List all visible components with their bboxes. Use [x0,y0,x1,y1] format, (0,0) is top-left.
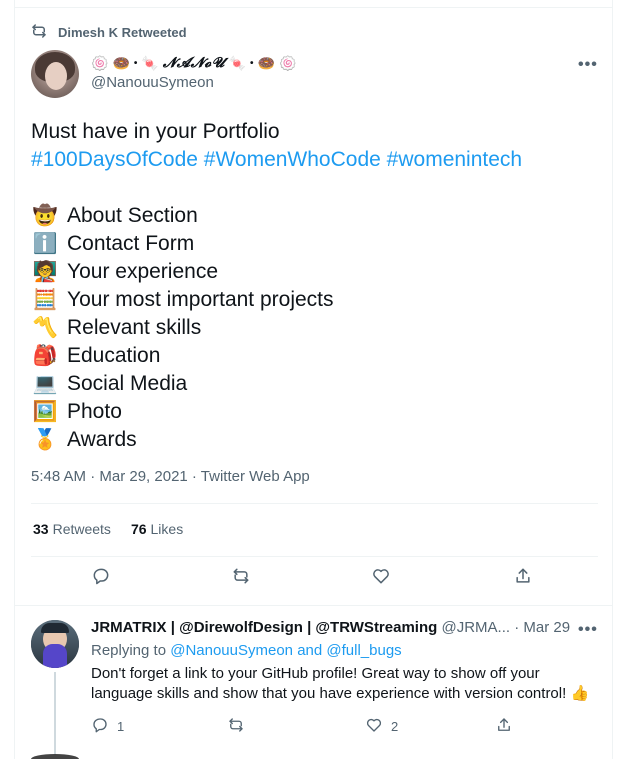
reply-handle-date[interactable]: @JRMA... · Mar 29 [441,619,570,636]
framed-picture-icon: 🖼️ [32,401,58,423]
mention-link[interactable]: @full_bugs [326,642,401,659]
thread-connector [54,672,56,759]
reply-header: JRMATRIX | @DirewolfDesign | @TRWStreami… [91,619,571,636]
list-item: 〽️ Relevant skills [32,316,202,339]
list-item: 🖼️ Photo [32,400,122,423]
share-icon[interactable] [513,566,537,590]
list-item: 🧑‍🏫 Your experience [32,260,218,283]
list-item: 🎒 Education [32,344,161,367]
divider [15,605,613,606]
tweet-body: Must have in your Portfolio #100DaysOfCo… [31,118,591,454]
engagement-stats: 33 Retweets 76 Likes [33,521,183,537]
medal-icon: 🏅 [32,429,58,451]
reply-icon [91,716,109,737]
author-block: 🍥 🍩 • 🍬 𝓝𝓐𝓝𝓸𝓤 🍬 • 🍩 🍥 @NanouuSymeon [91,53,296,92]
author-display-name[interactable]: 🍥 🍩 • 🍬 𝓝𝓐𝓝𝓸𝓤 🍬 • 🍩 🍥 [91,53,296,73]
divider [31,503,598,504]
reply-like-button[interactable]: 2 [365,716,398,737]
list-item: 🧮 Your most important projects [32,288,334,311]
tweet-timestamp[interactable]: 5:48 AM · Mar 29, 2021 · Twitter Web App [31,468,310,485]
retweet-button-icon[interactable] [231,566,255,590]
retweet-icon [227,716,245,737]
laptop-icon: 💻 [32,373,58,395]
retweet-banner: Dimesh K Retweeted [30,22,187,42]
mention-link[interactable]: @NanouuSymeon [170,642,293,659]
list-item: 🏅 Awards [32,428,137,451]
hashtag-link[interactable]: #WomenWhoCode [204,148,381,171]
retweets-stat[interactable]: 33 Retweets [33,521,111,537]
reply-more-options-icon[interactable]: ••• [578,621,598,639]
teacher-icon: 🧑‍🏫 [32,261,58,283]
divider [31,556,598,557]
list-item: 🤠 About Section [32,204,198,227]
part-alternation-mark-icon: 〽️ [32,317,58,339]
likes-stat[interactable]: 76 Likes [131,521,183,537]
reply-reply-button[interactable]: 1 [91,716,124,737]
abacus-icon: 🧮 [32,289,58,311]
like-heart-icon [365,716,383,737]
like-heart-icon[interactable] [371,566,395,590]
hashtag-link[interactable]: #womenintech [387,148,522,171]
replying-to: Replying to @NanouuSymeon and @full_bugs [91,642,402,659]
reply-retweet-button[interactable] [227,716,245,737]
reply-author-name[interactable]: JRMATRIX | @DirewolfDesign | @TRWStreami… [91,619,437,636]
list-item: 💻 Social Media [32,372,188,395]
reply-body: Don't forget a link to your GitHub profi… [91,665,590,702]
author-avatar[interactable] [31,50,79,98]
portfolio-list: 🤠 About Section ℹ️ Contact Form 🧑‍🏫 Your ex… [31,202,591,454]
next-tweet-avatar[interactable] [31,754,79,759]
reply-icon[interactable] [91,566,115,590]
reply-action-bar: 1 2 [91,716,521,738]
hashtag-link[interactable]: #100DaysOfCode [31,148,198,171]
retweet-banner-text[interactable]: Dimesh K Retweeted [58,25,187,40]
cowboy-icon: 🤠 [32,205,58,227]
tweet-hashtags: #100DaysOfCode #WomenWhoCode #womenintec… [31,146,591,174]
author-handle[interactable]: @NanouuSymeon [91,74,296,91]
info-icon: ℹ️ [32,233,58,255]
reply-author-avatar[interactable] [31,620,79,668]
more-options-icon[interactable]: ••• [578,56,598,74]
reply-count: 1 [117,719,125,734]
list-item: ℹ️ Contact Form [32,232,195,255]
tweet-line-1: Must have in your Portfolio [31,120,280,143]
backpack-icon: 🎒 [32,345,58,367]
retweet-icon [30,22,48,43]
share-icon [495,716,513,737]
like-count: 2 [391,719,399,734]
tweet-action-bar [31,566,598,596]
reply-share-button[interactable] [495,716,513,737]
